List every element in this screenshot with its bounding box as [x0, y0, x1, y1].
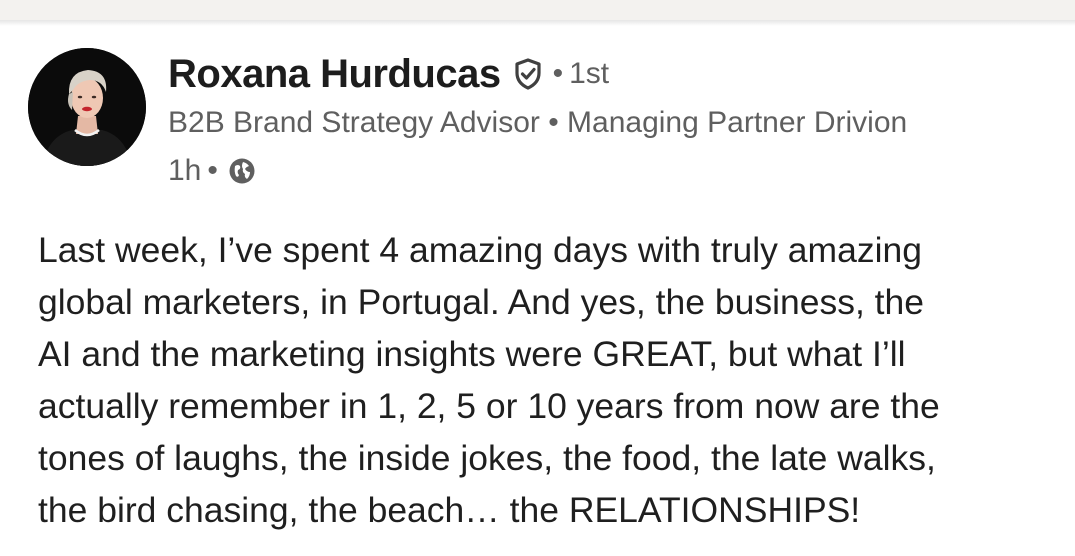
verified-shield-icon [511, 57, 545, 91]
post-text-line: the bird chasing, the beach… the RELATIO… [38, 490, 861, 530]
post-meta-row: 1h • [168, 151, 256, 191]
avatar-photo [28, 48, 146, 166]
author-avatar[interactable] [28, 48, 146, 166]
post-text-line: Last week, I’ve spent 4 amazing days wit… [38, 230, 922, 270]
post-text-line: AI and the marketing insights were GREAT… [38, 334, 906, 374]
post-timestamp: 1h [168, 154, 202, 187]
connection-degree: 1st [569, 57, 610, 90]
post-text-line: global marketers, in Portugal. And yes, … [38, 282, 925, 322]
post-body-text: Last week, I’ve spent 4 amazing days wit… [38, 224, 1058, 536]
feed-post: Roxana Hurducas • 1st B2B Brand Strategy… [0, 26, 1075, 556]
globe-icon[interactable] [228, 157, 256, 185]
author-name-row: Roxana Hurducas • 1st [168, 48, 609, 100]
author-name[interactable]: Roxana Hurducas [168, 52, 501, 97]
top-feed-divider [0, 0, 1075, 20]
author-headline: B2B Brand Strategy Advisor • Managing Pa… [168, 106, 908, 139]
post-text-line: tones of laughs, the inside jokes, the f… [38, 438, 936, 478]
post-text-line: actually remember in 1, 2, 5 or 10 years… [38, 386, 940, 426]
name-separator-dot: • [552, 57, 564, 90]
meta-separator-dot: • [207, 154, 218, 187]
